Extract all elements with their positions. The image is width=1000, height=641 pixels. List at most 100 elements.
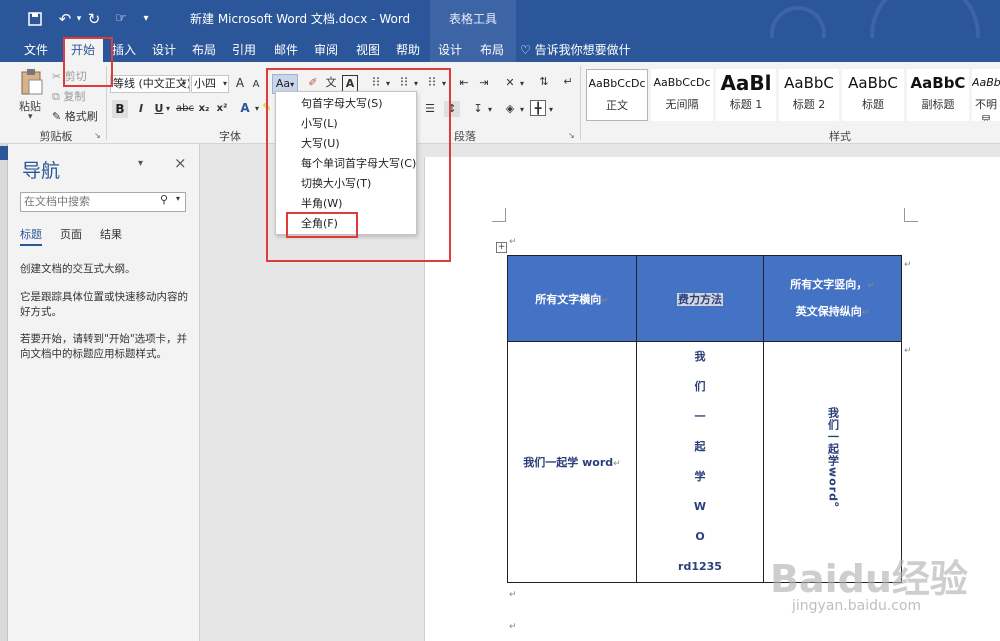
navigation-pane: 导航 ▾ × 在文档中搜索 ⚲ ▾ 标题 页面 结果 创建文档的交互式大纲。 它… [8,144,200,641]
undo-icon[interactable]: ↶ [54,0,76,38]
paragraph-mark: ↵ [509,237,517,247]
bold-button[interactable]: B [112,100,128,118]
cell-line: 学 [694,470,706,483]
tab-references[interactable]: 引用 [226,38,262,62]
tab-file[interactable]: 文件 [16,38,56,62]
margin-corner-mark [904,208,918,222]
table-header-cell[interactable]: 所有文字横向↵ [507,255,637,342]
clipboard-group-label: 剪贴板 [39,130,73,143]
clipboard-launcher-icon[interactable]: ↘ [94,131,101,140]
font-group-label: 字体 [219,130,241,143]
tab-layout[interactable]: 布局 [186,38,222,62]
strikethrough-button[interactable]: abc [176,101,194,117]
tab-table-layout[interactable]: 布局 [474,38,510,62]
highlight-box [286,212,358,238]
grow-font-icon[interactable]: A [233,75,247,91]
watermark-logo: Baidu经验 [770,557,968,601]
shading-icon[interactable]: ◈ [502,101,518,117]
document-table[interactable]: 所有文字横向↵ 费力方法 所有文字竖向，↵ 英文保持纵向↵ 我们一起学 word… [507,255,902,583]
style-heading-2[interactable]: AaBbC 标题 2 [779,69,839,121]
search-icon[interactable]: ⚲ [160,193,168,206]
search-dropdown-icon[interactable]: ▾ [176,194,180,203]
chinese-layout-icon[interactable]: ✕ [502,75,518,91]
style-subtle-emphasis[interactable]: AaBbC 不明显 [972,69,1000,121]
paragraph-mark: ↵ [904,260,912,270]
copy-button[interactable]: ⧉ 复制 [52,88,85,104]
decrease-indent-icon[interactable]: ⇤ [456,75,472,91]
style-normal[interactable]: AaBbCcDc 正文 [586,69,648,121]
window-title: 新建 Microsoft Word 文档.docx - Word [190,12,411,26]
tab-mailings[interactable]: 邮件 [268,38,304,62]
table-cell[interactable]: 我们一起学 word↵ [507,341,637,583]
cell-line: rd1235 [678,560,722,573]
close-icon[interactable]: × [174,154,187,172]
text-effects-icon[interactable]: A [238,100,252,116]
paste-icon[interactable] [20,68,44,96]
font-family-dropdown-icon[interactable]: ▾ [178,76,190,92]
title-bar: ↶ ▾ ↻ ☞ ▾ 新建 Microsoft Word 文档.docx - Wo… [0,0,1000,90]
style-title[interactable]: AaBbC 标题 [842,69,904,121]
brush-icon: ✎ [52,110,62,123]
paragraph-mark: ↵ [509,590,517,600]
shrink-font-icon[interactable]: A [249,77,263,93]
spacing-dropdown-icon[interactable]: ▾ [486,102,494,118]
style-subtitle[interactable]: AaBbC 副标题 [907,69,969,121]
redo-icon[interactable]: ↻ [84,0,104,38]
nav-tab-pages[interactable]: 页面 [60,226,82,242]
nav-help-text: 创建文档的交互式大纲。 [20,263,136,275]
cell-line: W [693,500,707,513]
paragraph-launcher-icon[interactable]: ↘ [568,131,575,140]
underline-dropdown-icon[interactable]: ▾ [164,101,172,117]
selected-text: 费力方法 [677,292,723,306]
table-header-cell[interactable]: 费力方法 [636,255,764,342]
touch-mode-icon[interactable]: ☞ [110,0,132,38]
chinese-layout-dropdown-icon[interactable]: ▾ [518,76,526,92]
tab-help[interactable]: 帮助 [390,38,426,62]
scissors-icon: ✂ [52,70,62,83]
copy-icon: ⧉ [52,90,60,103]
tab-table-design[interactable]: 设计 [432,38,468,62]
cell-line: 一 [694,410,706,423]
tab-design[interactable]: 设计 [146,38,182,62]
tell-me-box[interactable]: ♡ 告诉我你想要做什么 [520,38,636,81]
highlight-box [63,37,113,87]
styles-group-label: 样式 [829,130,851,143]
font-size-dropdown-icon[interactable]: ▾ [220,76,230,92]
format-painter-button[interactable]: ✎ 格式刷 [52,108,98,124]
style-heading-1[interactable]: AaBl 标题 1 [716,69,776,121]
text-effects-dropdown-icon[interactable]: ▾ [253,101,261,117]
cell-line: 起 [694,440,706,453]
borders-dropdown-icon[interactable]: ▾ [547,102,555,118]
italic-button[interactable]: I [134,101,148,117]
increase-indent-icon[interactable]: ⇥ [476,75,492,91]
borders-icon[interactable]: ╋ [530,100,546,116]
margin-corner-mark [492,208,506,222]
cell-line: O [695,530,705,543]
vertical-text: 我们一起学word。 [826,406,840,515]
table-cell[interactable]: 我们一起学word。 [763,341,902,583]
paste-dropdown-icon[interactable]: ▾ [28,112,33,122]
nav-tab-results[interactable]: 结果 [100,226,122,242]
nav-tab-headings[interactable]: 标题 [20,226,42,246]
subscript-button[interactable]: x₂ [197,101,211,117]
sort-icon[interactable]: ⇅ [536,74,552,90]
table-move-handle-icon[interactable]: + [496,242,507,253]
paragraph-mark: ↵ [509,622,517,632]
nav-help-text: 它是跟踪具体位置或快速移动内容的好方式。 [20,291,188,318]
tab-review[interactable]: 审阅 [308,38,344,62]
superscript-button[interactable]: x² [215,101,229,117]
nav-options-icon[interactable]: ▾ [138,158,143,169]
customize-toolbar-icon[interactable]: ▾ [140,0,152,38]
lightbulb-icon: ♡ [520,43,531,57]
cell-line: 我 [694,350,706,363]
table-header-cell[interactable]: 所有文字竖向，↵ 英文保持纵向↵ [763,255,902,342]
show-marks-icon[interactable]: ↵ [560,74,576,90]
save-icon[interactable] [24,0,46,40]
style-no-spacing[interactable]: AaBbCcDc 无间隔 [651,69,713,121]
tab-view[interactable]: 视图 [350,38,386,62]
shading-dropdown-icon[interactable]: ▾ [518,102,526,118]
table-cell[interactable]: 我 们 一 起 学 W O rd1235 [636,341,764,583]
edge-marker [0,146,8,160]
undo-dropdown-icon[interactable]: ▾ [74,0,84,38]
paragraph-spacing-icon[interactable]: ↧ [470,101,486,117]
